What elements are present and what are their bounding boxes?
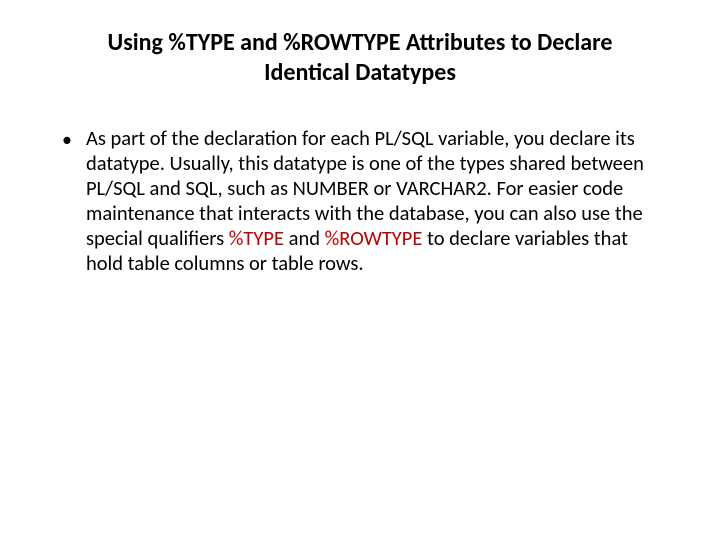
slide-title: Using %TYPE and %ROWTYPE Attributes to D… — [50, 28, 670, 88]
bullet-item: • As part of the declaration for each PL… — [50, 126, 670, 276]
text-segment: and — [284, 225, 325, 251]
keyword-type: %TYPE — [229, 225, 284, 251]
bullet-text: As part of the declaration for each PL/S… — [86, 126, 646, 276]
keyword-rowtype: %ROWTYPE — [325, 225, 423, 251]
bullet-marker: • — [62, 127, 72, 153]
